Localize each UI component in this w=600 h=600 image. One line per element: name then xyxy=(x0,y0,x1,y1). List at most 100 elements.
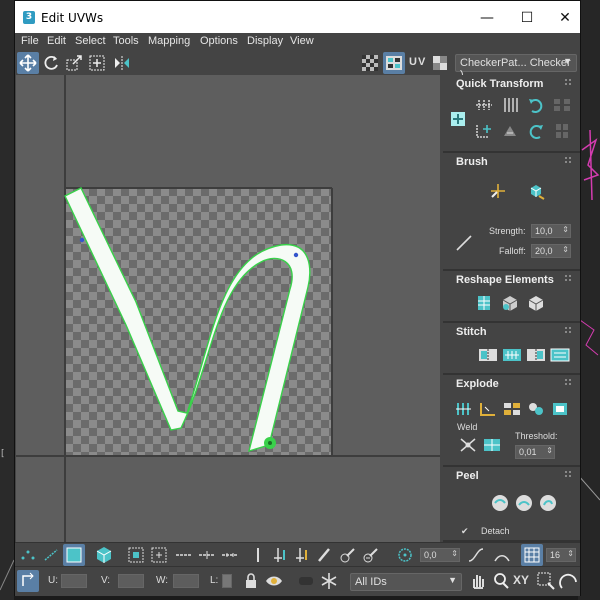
grid-snap-button[interactable] xyxy=(521,544,543,566)
linear-align-button[interactable] xyxy=(499,121,521,141)
lock-selection-button[interactable] xyxy=(240,570,262,592)
freeze-button[interactable] xyxy=(318,570,340,592)
relax-until-flat-button[interactable] xyxy=(499,293,521,313)
drag-handle-icon[interactable] xyxy=(565,471,571,477)
filter-button[interactable] xyxy=(295,570,317,592)
menu-mapping[interactable]: Mapping xyxy=(148,35,190,47)
point-to-point-button[interactable] xyxy=(291,544,313,566)
spinner-arrows-icon[interactable]: ⇕ xyxy=(562,244,569,256)
uv-checker-button[interactable] xyxy=(429,52,451,74)
falloff-type-button[interactable] xyxy=(491,544,513,566)
menu-view[interactable]: View xyxy=(290,35,314,47)
flatten-by-material-id-button[interactable] xyxy=(549,399,571,419)
menu-tools[interactable]: Tools xyxy=(113,35,139,47)
stitch-custom-button[interactable] xyxy=(549,345,571,365)
uv-vertex[interactable] xyxy=(293,252,299,258)
falloff-curve-button[interactable] xyxy=(453,233,475,253)
ring-button[interactable] xyxy=(219,544,241,566)
rollout-title[interactable]: Peel xyxy=(456,470,479,482)
scale-tool-button[interactable] xyxy=(63,52,85,74)
w-coordinate-field[interactable] xyxy=(173,574,199,588)
relax-brush-button[interactable] xyxy=(525,181,547,201)
rotation-snap-button[interactable] xyxy=(394,544,416,566)
move-tool-button[interactable] xyxy=(17,52,39,74)
element-mode-button[interactable] xyxy=(93,544,115,566)
stitch-to-source-button[interactable] xyxy=(525,345,547,365)
weld-selected-button[interactable] xyxy=(457,435,479,455)
zoom-extents-button[interactable] xyxy=(558,570,580,592)
shrink-selection-button[interactable] xyxy=(148,544,170,566)
rollout-title[interactable]: Reshape Elements xyxy=(456,274,554,286)
zoom-button[interactable] xyxy=(490,570,512,592)
mirror-tool-button[interactable] xyxy=(111,52,133,74)
strength-spinner[interactable]: 10,0 ⇕ xyxy=(531,224,571,238)
v-coordinate-field[interactable] xyxy=(118,574,144,588)
threshold-spinner[interactable]: 0,01 ⇕ xyxy=(515,445,555,459)
edge-mode-button[interactable] xyxy=(40,544,62,566)
align-vertical-button[interactable] xyxy=(499,95,521,115)
flatten-by-polygon-angle-button[interactable] xyxy=(501,399,523,419)
pan-view-button[interactable] xyxy=(467,570,489,592)
soft-selection-button[interactable] xyxy=(465,544,487,566)
align-to-edge-button[interactable] xyxy=(473,121,495,141)
paint-grow-button[interactable] xyxy=(337,544,359,566)
angle-spinner[interactable]: 0,0 ⇕ xyxy=(420,548,460,562)
rollout-title[interactable]: Explode xyxy=(456,378,499,390)
hide-selection-button[interactable] xyxy=(263,570,285,592)
straighten-selection-button[interactable] xyxy=(473,293,495,313)
falloff-spinner[interactable]: 20,0 ⇕ xyxy=(531,244,571,258)
edge-loop-button[interactable] xyxy=(247,544,269,566)
flatten-by-smoothing-group-button[interactable] xyxy=(525,399,547,419)
weld-all-selected-button[interactable] xyxy=(481,435,503,455)
rollout-title[interactable]: Brush xyxy=(456,156,488,168)
zoom-region-button[interactable] xyxy=(535,570,557,592)
xy-axis-toggle[interactable]: XY xyxy=(513,573,529,587)
break-button[interactable] xyxy=(453,399,475,419)
absolute-relative-toggle[interactable] xyxy=(17,570,39,592)
freeform-tool-button[interactable] xyxy=(86,52,108,74)
rotate-minus-90-button[interactable] xyxy=(525,95,547,115)
edge-ring-button[interactable] xyxy=(269,544,291,566)
space-horizontal-button[interactable] xyxy=(551,95,573,115)
reset-peel-button[interactable] xyxy=(537,493,559,513)
polygon-mode-button[interactable] xyxy=(63,544,85,566)
uv-editor-viewport[interactable] xyxy=(16,75,440,542)
drag-handle-icon[interactable] xyxy=(565,275,571,281)
relax-button[interactable] xyxy=(525,293,547,313)
vertex-mode-button[interactable] xyxy=(17,544,39,566)
align-horizontal-button[interactable] xyxy=(473,95,495,115)
grid-size-spinner[interactable]: 16 ⇕ xyxy=(546,548,576,562)
menu-options[interactable]: Options xyxy=(200,35,238,47)
detach-checkbox-icon[interactable]: ✔ xyxy=(461,526,469,537)
paint-select-button[interactable] xyxy=(314,544,336,566)
map-selector-dropdown[interactable]: CheckerPat... Checker ) ▼ xyxy=(455,54,577,81)
grow-selection-button[interactable] xyxy=(125,544,147,566)
rollout-title[interactable]: Stitch xyxy=(456,326,487,338)
l-checkbox[interactable] xyxy=(222,574,232,588)
uv-axis-label[interactable]: UV xyxy=(409,56,426,68)
space-vertical-button[interactable] xyxy=(551,121,573,141)
stitch-average-button[interactable] xyxy=(501,345,523,365)
align-pivot-button[interactable] xyxy=(447,109,469,129)
quick-peel-button[interactable] xyxy=(489,493,511,513)
rotate-plus-90-button[interactable] xyxy=(525,121,547,141)
loop-grow-button[interactable] xyxy=(196,544,218,566)
spinner-arrows-icon[interactable]: ⇕ xyxy=(451,548,458,560)
show-map-button[interactable] xyxy=(383,52,405,74)
drag-handle-icon[interactable] xyxy=(565,79,571,85)
material-id-dropdown[interactable]: All IDs ▼ xyxy=(350,573,462,591)
minimize-button[interactable]: — xyxy=(472,7,502,29)
drag-handle-icon[interactable] xyxy=(565,327,571,333)
spinner-arrows-icon[interactable]: ⇕ xyxy=(562,224,569,236)
loop-button[interactable] xyxy=(173,544,195,566)
menu-file[interactable]: File xyxy=(21,35,39,47)
rollout-title[interactable]: Quick Transform xyxy=(456,78,543,90)
paint-shrink-button[interactable] xyxy=(360,544,382,566)
drag-handle-icon[interactable] xyxy=(565,379,571,385)
pelt-map-button[interactable] xyxy=(513,493,535,513)
menu-select[interactable]: Select xyxy=(75,35,106,47)
drag-handle-icon[interactable] xyxy=(565,157,571,163)
rotate-tool-button[interactable] xyxy=(40,52,62,74)
menu-display[interactable]: Display xyxy=(247,35,283,47)
detach-edge-verts-button[interactable] xyxy=(477,399,499,419)
